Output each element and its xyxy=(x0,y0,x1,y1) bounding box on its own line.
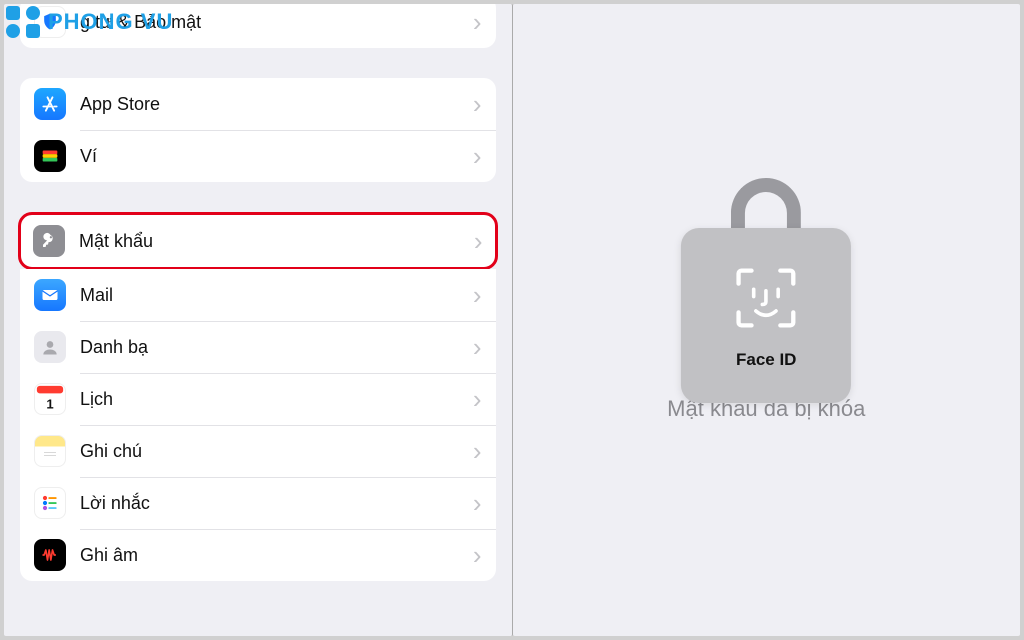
row-label: Mail xyxy=(80,285,473,306)
highlighted-row-passwords: Mật khẩu › xyxy=(18,212,498,270)
faceid-prompt[interactable]: Face ID xyxy=(681,228,851,403)
chevron-right-icon: › xyxy=(473,332,482,363)
row-label: Lịch xyxy=(80,389,473,410)
voicememos-icon xyxy=(34,539,66,571)
chevron-right-icon: › xyxy=(474,226,483,257)
faceid-icon xyxy=(730,262,802,334)
appstore-icon xyxy=(34,88,66,120)
svg-text:1: 1 xyxy=(46,396,53,411)
chevron-right-icon: › xyxy=(473,540,482,571)
passwords-detail-pane: Face ID Mật khẩu đã bị khóa xyxy=(513,4,1021,636)
row-label: Danh bạ xyxy=(80,337,473,358)
watermark-text: PHONG VU xyxy=(48,9,173,35)
watermark-logo: PHONG VU xyxy=(6,6,173,38)
key-icon xyxy=(33,225,65,257)
mail-icon xyxy=(34,279,66,311)
chevron-right-icon: › xyxy=(473,89,482,120)
notes-icon xyxy=(34,435,66,467)
settings-row-calendar[interactable]: 1 Lịch › xyxy=(20,373,496,425)
settings-row-notes[interactable]: Ghi chú › xyxy=(20,425,496,477)
chevron-right-icon: › xyxy=(473,436,482,467)
chevron-right-icon: › xyxy=(473,488,482,519)
chevron-right-icon: › xyxy=(473,384,482,415)
settings-row-voicememos[interactable]: Ghi âm › xyxy=(20,529,496,581)
faceid-label: Face ID xyxy=(736,350,796,370)
row-label: Mật khẩu xyxy=(79,231,474,252)
settings-row-reminders[interactable]: Lời nhắc › xyxy=(20,477,496,529)
settings-row-mail[interactable]: Mail › xyxy=(20,269,496,321)
calendar-icon: 1 xyxy=(34,383,66,415)
settings-row-wallet[interactable]: Ví › xyxy=(20,130,496,182)
row-label: App Store xyxy=(80,94,473,115)
chevron-right-icon: › xyxy=(473,7,482,38)
chevron-right-icon: › xyxy=(473,141,482,172)
reminders-icon xyxy=(34,487,66,519)
row-label: Lời nhắc xyxy=(80,493,473,514)
settings-row-appstore[interactable]: App Store › xyxy=(20,78,496,130)
row-label: Ghi chú xyxy=(80,441,473,462)
chevron-right-icon: › xyxy=(473,280,482,311)
settings-row-contacts[interactable]: Danh bạ › xyxy=(20,321,496,373)
wallet-icon xyxy=(34,140,66,172)
row-label: Ví xyxy=(80,146,473,167)
lock-icon: Face ID xyxy=(686,218,846,368)
contacts-icon xyxy=(34,331,66,363)
settings-row-passwords[interactable]: Mật khẩu › xyxy=(21,215,495,267)
row-label: Ghi âm xyxy=(80,545,473,566)
settings-sidebar: g tư & Bảo mật › App Store › xyxy=(4,4,513,636)
